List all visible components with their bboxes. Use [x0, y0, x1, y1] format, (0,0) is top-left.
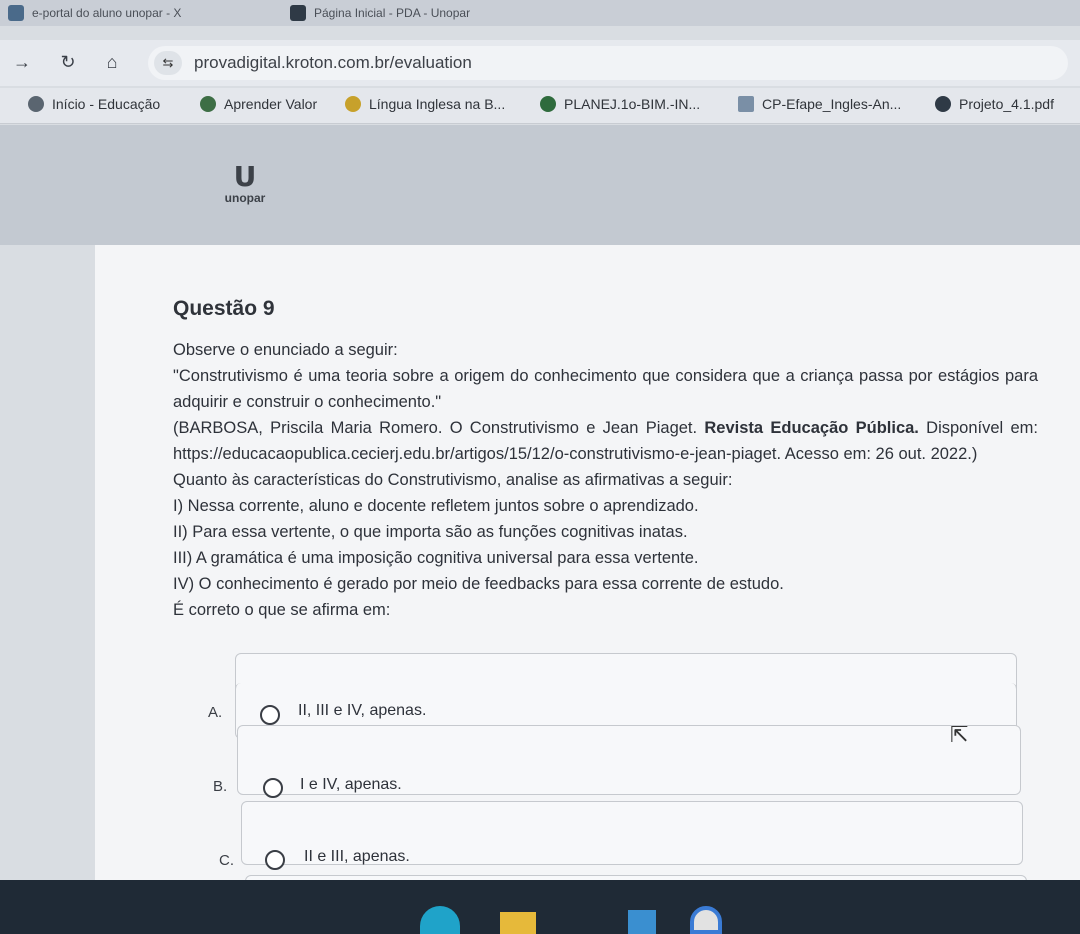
option-text: II e III, apenas. — [304, 848, 410, 865]
option-text: I e IV, apenas. — [300, 776, 402, 793]
os-taskbar — [0, 880, 1080, 934]
question-card: Questão 9 Observe o enunciado a seguir: … — [95, 245, 1080, 934]
url-text[interactable]: provadigital.kroton.com.br/evaluation — [194, 53, 472, 73]
home-icon[interactable]: ⌂ — [100, 50, 124, 74]
bookmark-label: Projeto_4.1.pdf — [959, 96, 1054, 112]
option-radio-c[interactable] — [265, 850, 285, 870]
edge-browser-icon[interactable] — [420, 906, 460, 934]
bookmarks-bar: Início - Educação Aprender Valor Língua … — [0, 88, 1080, 124]
cp-efape-icon — [738, 96, 754, 112]
reload-icon[interactable]: ↻ — [56, 50, 80, 74]
lingua-inglesa-icon — [345, 96, 361, 112]
logo-mark: U — [233, 160, 257, 193]
statement-item: III) A gramática é uma imposição cogniti… — [173, 549, 699, 567]
bookmark-label: Aprender Valor — [224, 96, 318, 112]
bookmark-aprender-valor[interactable]: Aprender Valor — [200, 96, 317, 112]
store-icon[interactable] — [628, 910, 656, 934]
bookmark-inicio-educacao[interactable]: Início - Educação — [28, 96, 160, 112]
statement-item: II) Para essa vertente, o que importa sã… — [173, 523, 688, 541]
bookmark-lingua-inglesa[interactable]: Língua Inglesa na B... — [345, 96, 505, 112]
address-bar[interactable]: ⇆ provadigital.kroton.com.br/evaluation — [148, 46, 1068, 80]
tab-title: e-portal do aluno unopar - X — [32, 6, 182, 20]
tab-title: Página Inicial - PDA - Unopar — [314, 6, 471, 20]
option-letter: B. — [213, 778, 228, 795]
option-text: II, III e IV, apenas. — [298, 702, 427, 719]
educacao-icon — [28, 96, 44, 112]
question-quote: "Construtivismo é uma teoria sobre a ori… — [173, 367, 1038, 411]
bookmark-cp-efape[interactable]: CP-Efape_Ingles-An... — [738, 96, 901, 112]
bookmark-label: Língua Inglesa na B... — [369, 96, 506, 112]
question-intro: Observe o enunciado a seguir: — [173, 341, 398, 359]
pda-favicon-icon — [290, 5, 306, 21]
citation-publication: Revista Educação Pública. — [704, 419, 919, 437]
statement-item: IV) O conhecimento é gerado por meio de … — [173, 575, 784, 593]
chrome-icon[interactable] — [690, 906, 722, 934]
bookmark-label: CP-Efape_Ingles-An... — [762, 96, 902, 112]
page-header: U unopar — [0, 125, 1080, 245]
option-radio-a[interactable] — [260, 705, 280, 725]
unopar-favicon-icon — [8, 5, 24, 21]
bookmark-projeto-pdf[interactable]: Projeto_4.1.pdf — [935, 96, 1054, 112]
question-prompt: Quanto às características do Construtivi… — [173, 471, 733, 489]
option-radio-b[interactable] — [263, 778, 283, 798]
site-settings-icon[interactable]: ⇆ — [154, 51, 182, 75]
aprender-valor-icon — [200, 96, 216, 112]
bookmark-label: Início - Educação — [52, 96, 161, 112]
mouse-cursor-icon: ⇱ — [950, 722, 969, 747]
bookmark-planej[interactable]: PLANEJ.1o-BIM.-IN... — [540, 96, 700, 112]
logo-text: unopar — [224, 191, 266, 205]
question-title: Questão 9 — [173, 297, 275, 320]
option-letter: A. — [208, 704, 223, 721]
bookmark-label: PLANEJ.1o-BIM.-IN... — [564, 96, 701, 112]
question-statement: Observe o enunciado a seguir: "Construti… — [173, 337, 1038, 623]
file-explorer-icon[interactable] — [500, 912, 536, 934]
browser-toolbar: → ↻ ⌂ ⇆ provadigital.kroton.com.br/evalu… — [0, 40, 1080, 86]
citation-text: (BARBOSA, Priscila Maria Romero. O Const… — [173, 419, 705, 437]
browser-tab[interactable]: e-portal do aluno unopar - X — [8, 0, 278, 26]
option-letter: C. — [219, 852, 234, 869]
planej-icon — [540, 96, 556, 112]
question-citation: (BARBOSA, Priscila Maria Romero. O Const… — [173, 415, 1038, 467]
question-ask: É correto o que se afirma em: — [173, 601, 391, 619]
statement-item: I) Nessa corrente, aluno e docente refle… — [173, 497, 699, 515]
forward-icon[interactable]: → — [10, 50, 34, 74]
projeto-pdf-icon — [935, 96, 951, 112]
browser-tab[interactable]: Página Inicial - PDA - Unopar — [290, 0, 550, 26]
unopar-logo: U unopar — [215, 160, 275, 206]
browser-tab-strip: e-portal do aluno unopar - X Página Inic… — [0, 0, 1080, 26]
